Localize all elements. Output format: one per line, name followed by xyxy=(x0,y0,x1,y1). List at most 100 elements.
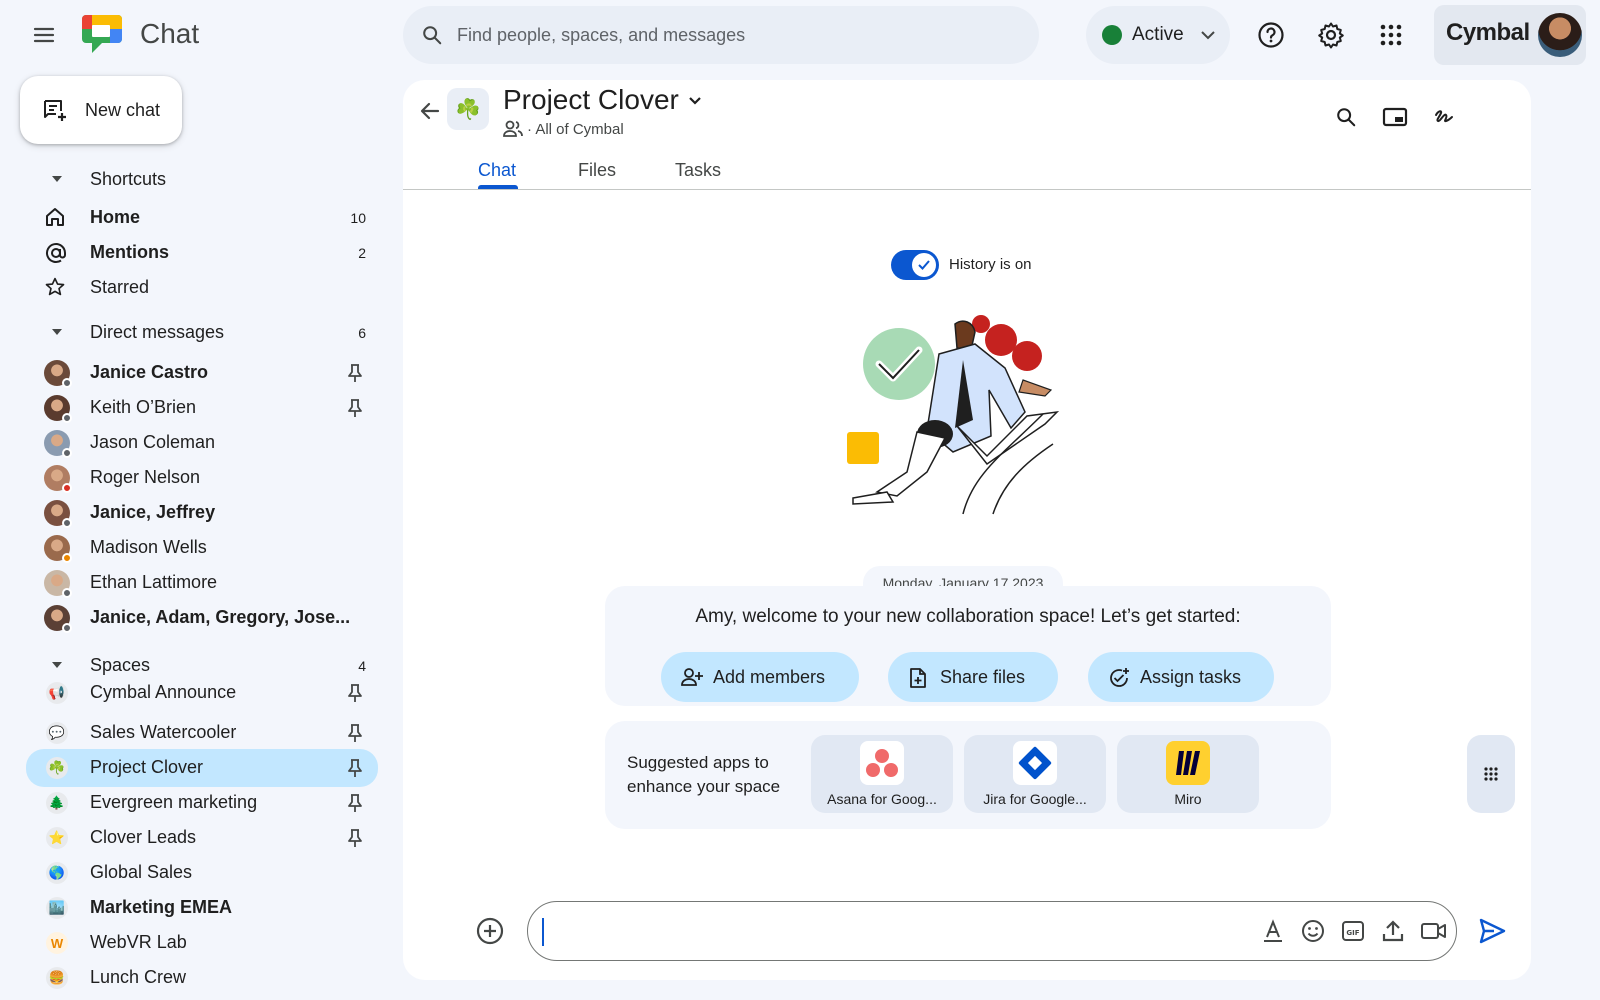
section-count: 4 xyxy=(358,658,366,674)
space-item[interactable]: 🏙️ Marketing EMEA xyxy=(26,889,378,927)
format-text-button[interactable] xyxy=(1260,918,1286,944)
message-composer[interactable]: GIF xyxy=(527,901,1457,961)
pin-icon[interactable] xyxy=(346,723,364,743)
open-in-popup-button[interactable] xyxy=(1380,102,1410,132)
text-format-icon xyxy=(1264,919,1282,942)
caret-down-icon xyxy=(50,172,64,186)
chat-logo-icon xyxy=(80,13,124,57)
dm-item[interactable]: Janice, Jeffrey xyxy=(26,495,378,531)
main-menu-button[interactable] xyxy=(24,17,64,53)
add-members-button[interactable]: Add members xyxy=(661,652,859,702)
text-cursor xyxy=(542,918,544,946)
check-icon xyxy=(912,253,936,277)
share-files-button[interactable]: Share files xyxy=(888,652,1058,702)
app-name: Miro xyxy=(1174,791,1202,807)
sidebar-item-mentions[interactable]: Mentions 2 xyxy=(26,235,378,271)
pin-icon[interactable] xyxy=(346,683,364,703)
back-button[interactable] xyxy=(419,100,441,122)
presence-indicator xyxy=(62,553,72,563)
space-emoji-icon: 🌲 xyxy=(46,792,68,814)
section-header-shortcuts[interactable]: Shortcuts xyxy=(26,162,378,198)
new-chat-icon xyxy=(42,98,68,122)
pin-icon[interactable] xyxy=(346,758,364,778)
emoji-button[interactable] xyxy=(1300,918,1326,944)
space-tabs: Chat Files Tasks xyxy=(403,150,1531,190)
pin-icon[interactable] xyxy=(346,363,364,383)
dm-item[interactable]: Jason Coleman xyxy=(26,425,378,461)
add-circle-icon xyxy=(476,917,504,945)
status-selector[interactable]: Active xyxy=(1086,6,1230,64)
person-add-icon xyxy=(681,667,703,687)
space-item[interactable]: 📢 Cymbal Announce xyxy=(26,674,378,712)
section-header-direct-messages[interactable]: Direct messages 6 xyxy=(26,315,378,351)
tab-chat[interactable]: Chat xyxy=(478,160,516,181)
sidebar-item-label: Mentions xyxy=(90,242,169,262)
search-icon xyxy=(1337,108,1356,127)
space-menu-chevron-icon[interactable] xyxy=(687,94,703,108)
assign-tasks-button[interactable]: Assign tasks xyxy=(1088,652,1274,702)
add-attachment-button[interactable] xyxy=(475,916,505,946)
caret-down-icon xyxy=(50,658,64,672)
miro-icon xyxy=(1166,741,1210,785)
dm-item[interactable]: Janice Castro xyxy=(26,355,378,391)
unread-count: 2 xyxy=(358,245,366,261)
tab-files[interactable]: Files xyxy=(578,160,616,181)
space-activity-button[interactable] xyxy=(1429,102,1459,132)
app-tile-miro[interactable]: Miro xyxy=(1117,735,1259,813)
dm-name: Janice, Jeffrey xyxy=(90,502,216,522)
dm-item[interactable]: Roger Nelson xyxy=(26,460,378,496)
account-button[interactable]: Cymbal xyxy=(1434,5,1586,65)
sidebar-item-home[interactable]: Home 10 xyxy=(26,200,378,236)
pin-icon[interactable] xyxy=(346,793,364,813)
avatar xyxy=(44,605,72,633)
video-call-icon xyxy=(1421,923,1446,939)
search-input[interactable] xyxy=(457,6,1017,64)
new-chat-button[interactable]: New chat xyxy=(20,76,182,144)
search-in-space-button[interactable] xyxy=(1331,102,1361,132)
status-label: Active xyxy=(1132,24,1184,45)
status-dot xyxy=(1102,25,1122,45)
app-tile-asana[interactable]: Asana for Goog... xyxy=(811,735,953,813)
send-button[interactable] xyxy=(1477,916,1507,946)
more-apps-button[interactable] xyxy=(1467,735,1515,813)
upload-file-button[interactable] xyxy=(1380,918,1406,944)
dm-name: Janice Castro xyxy=(90,362,209,382)
dm-item[interactable]: Madison Wells xyxy=(26,530,378,566)
space-item[interactable]: 🍔 Lunch Crew xyxy=(26,959,378,997)
avatar xyxy=(44,465,72,493)
settings-button[interactable] xyxy=(1313,17,1349,53)
sidebar-item-starred[interactable]: Starred xyxy=(26,270,378,306)
message-input[interactable] xyxy=(548,902,1228,960)
presence-indicator xyxy=(62,448,72,458)
gif-button[interactable]: GIF xyxy=(1340,918,1366,944)
apps-launcher-button[interactable] xyxy=(1373,17,1409,53)
gif-icon: GIF xyxy=(1342,921,1364,941)
tab-tasks[interactable]: Tasks xyxy=(675,160,721,181)
pin-icon[interactable] xyxy=(346,828,364,848)
dm-item[interactable]: Janice, Adam, Gregory, Jose... xyxy=(26,600,378,636)
file-add-icon xyxy=(908,667,928,689)
space-item[interactable]: 🌎 Global Sales xyxy=(26,854,378,892)
pin-icon[interactable] xyxy=(346,398,364,418)
welcome-illustration xyxy=(843,314,1083,524)
dm-item[interactable]: Keith O’Brien xyxy=(26,390,378,426)
space-emoji-icon: 🌎 xyxy=(46,862,68,884)
space-item[interactable]: 💬 Sales Watercooler xyxy=(26,714,378,752)
space-item[interactable]: W WebVR Lab xyxy=(26,924,378,962)
space-item[interactable]: 🌲 Evergreen marketing xyxy=(26,784,378,822)
dm-item[interactable]: Ethan Lattimore xyxy=(26,565,378,601)
send-icon xyxy=(1479,918,1506,944)
sidebar-item-label: Starred xyxy=(90,277,150,297)
section-label: Spaces xyxy=(90,655,151,675)
space-title[interactable]: Project Clover xyxy=(503,84,679,116)
app-tile-jira[interactable]: Jira for Google... xyxy=(964,735,1106,813)
avatar xyxy=(44,395,72,423)
video-meeting-button[interactable] xyxy=(1420,918,1448,944)
search-bar[interactable] xyxy=(403,6,1039,64)
history-toggle[interactable] xyxy=(891,250,939,280)
help-button[interactable] xyxy=(1253,17,1289,53)
space-item[interactable]: ⭐ Clover Leads xyxy=(26,819,378,857)
asana-icon xyxy=(860,741,904,785)
space-item[interactable]: ☘️ Project Clover xyxy=(26,749,378,787)
space-name: Clover Leads xyxy=(90,827,197,847)
